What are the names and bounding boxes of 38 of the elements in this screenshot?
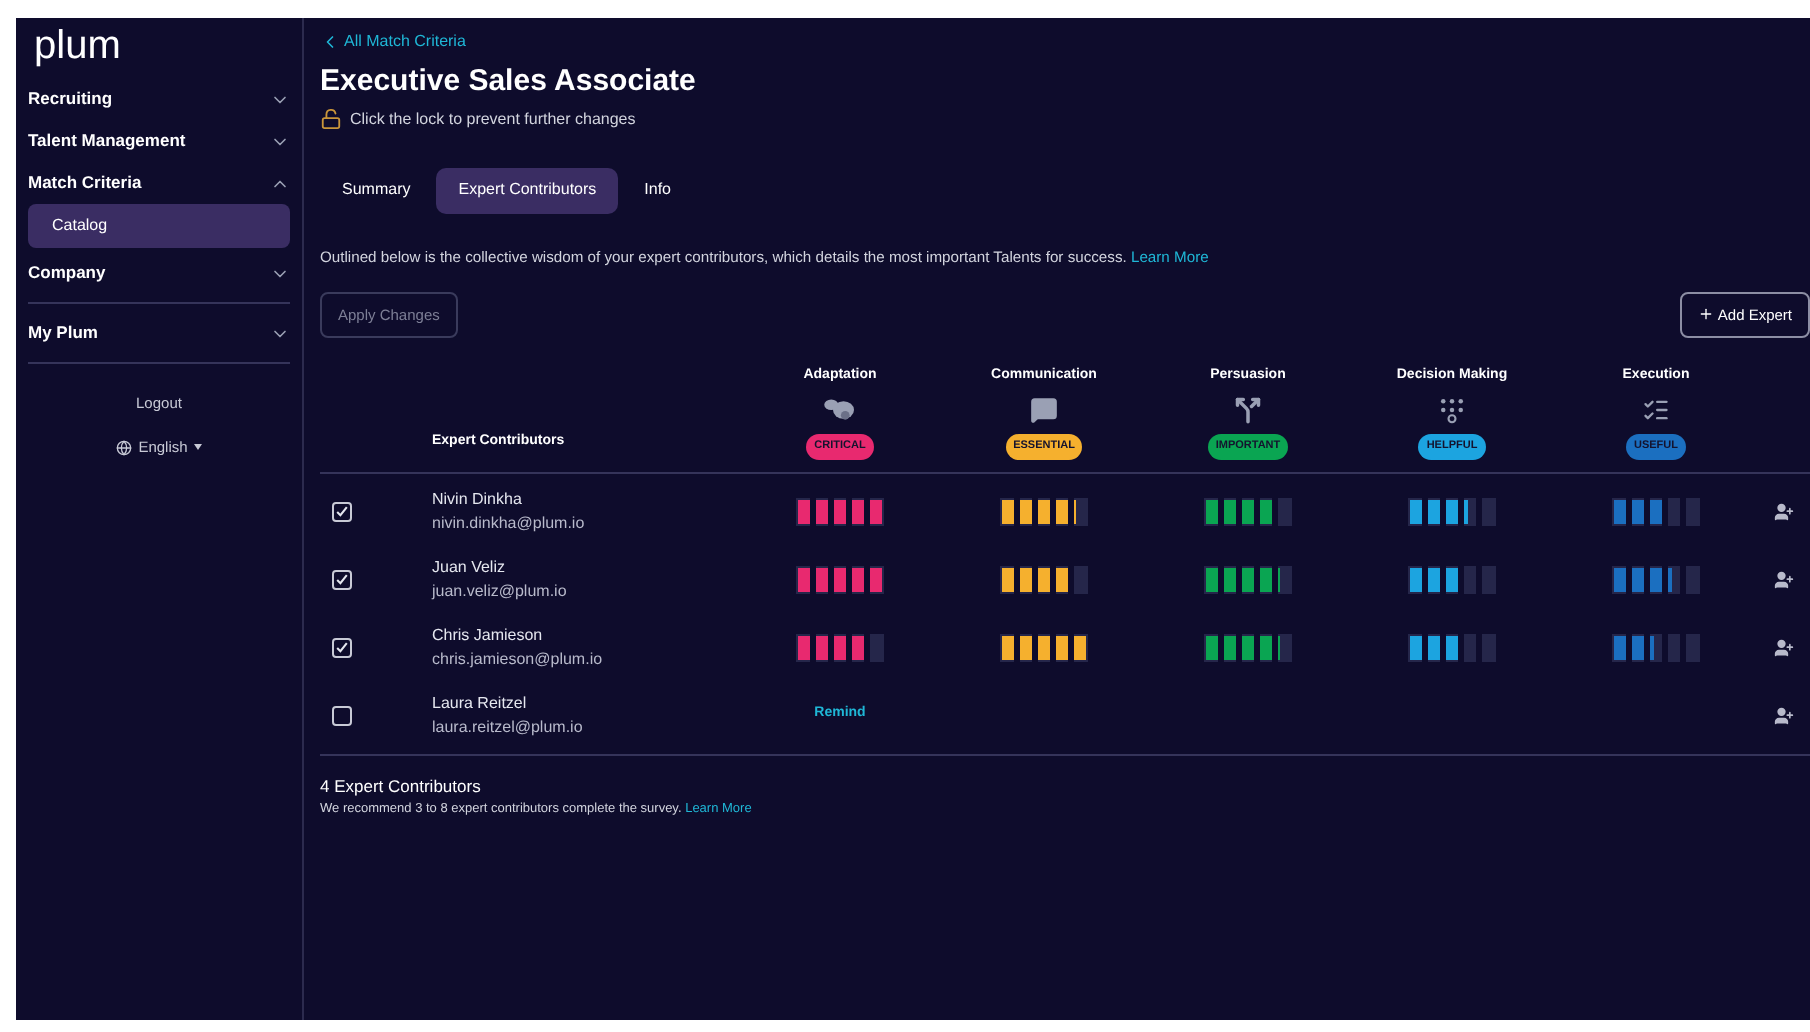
tab[interactable]: Summary — [320, 167, 433, 213]
tab[interactable]: Info — [622, 167, 693, 213]
nav-item[interactable]: Talent Management — [28, 120, 290, 162]
nav-item[interactable]: Recruiting — [28, 78, 290, 120]
contributor-name: Chris Jamieson — [432, 623, 545, 648]
lock-hint: Click the lock to prevent further changes — [350, 107, 636, 131]
nav-item[interactable]: Company — [28, 252, 290, 294]
speech-bubble-icon — [1030, 396, 1058, 425]
nav-item[interactable]: Match Criteria — [28, 162, 290, 204]
dot-grid-icon — [1438, 396, 1466, 425]
contributor-email: chris.jamieson@plum.io — [432, 647, 605, 672]
nav-item[interactable]: My Plum — [28, 312, 290, 354]
nav-subitem[interactable]: Catalog — [28, 204, 290, 248]
checkbox[interactable] — [332, 501, 352, 522]
contributor-email: laura.reitzel@plum.io — [432, 715, 585, 740]
add-user-icon[interactable] — [1774, 705, 1794, 726]
caret-icon — [193, 444, 202, 451]
checkbox[interactable] — [332, 637, 352, 658]
add-user-icon[interactable] — [1774, 569, 1794, 590]
plus-icon — [1697, 306, 1714, 323]
checkbox[interactable] — [332, 569, 352, 590]
contributor-name: Nivin Dinkha — [432, 487, 524, 512]
contributor-count: 4 Expert Contributors — [320, 773, 483, 799]
contributor-name: Laura Reitzel — [432, 691, 529, 716]
page-title: Executive Sales Associate — [320, 62, 698, 102]
logo[interactable]: plum — [28, 18, 290, 78]
add-user-icon[interactable] — [1774, 501, 1794, 522]
globe-icon — [116, 439, 133, 456]
contributor-email: juan.veliz@plum.io — [432, 579, 569, 604]
back-link[interactable]: All Match Criteria — [320, 30, 466, 54]
tab[interactable]: Expert Contributors — [436, 167, 619, 213]
split-arrow-icon — [1234, 396, 1262, 425]
checkbox[interactable] — [332, 705, 352, 726]
checklist-icon — [1642, 396, 1670, 425]
add-user-icon[interactable] — [1774, 637, 1794, 658]
open-padlock-icon[interactable] — [320, 108, 342, 130]
contributor-name: Juan Veliz — [432, 555, 507, 580]
contributor-email: nivin.dinkha@plum.io — [432, 511, 587, 536]
